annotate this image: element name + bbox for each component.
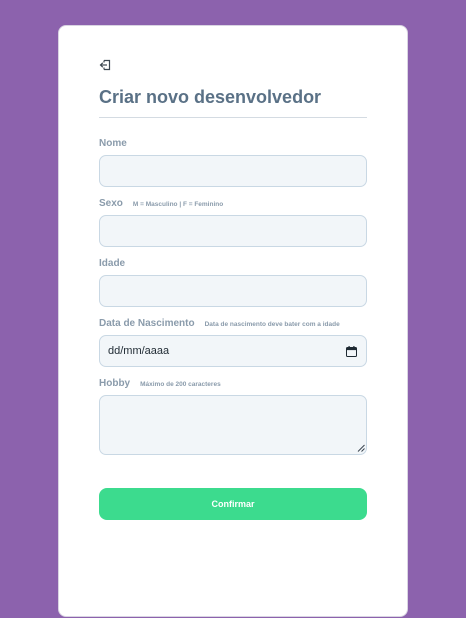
nascimento-label-row: Data de Nascimento Data de nascimento de… xyxy=(99,318,340,329)
sexo-label-row: Sexo M = Masculino | F = Feminino xyxy=(99,198,223,209)
hobby-label: Hobby xyxy=(99,378,131,389)
nascimento-hint: Data de nascimento deve bater com a idad… xyxy=(204,321,340,328)
calendar-icon[interactable] xyxy=(346,345,357,357)
title-divider xyxy=(99,117,367,118)
nome-label: Nome xyxy=(99,138,127,149)
nascimento-label: Data de Nascimento xyxy=(99,318,195,329)
confirm-button[interactable]: Confirmar xyxy=(99,488,367,520)
sexo-input[interactable] xyxy=(99,215,367,247)
form-card: Criar novo desenvolvedor Nome Sexo M = M… xyxy=(58,25,408,617)
page-title: Criar novo desenvolvedor xyxy=(99,87,322,107)
sign-out-icon xyxy=(99,59,111,71)
idade-input[interactable] xyxy=(99,275,367,307)
nome-label-row: Nome xyxy=(99,138,127,149)
hobby-textarea[interactable] xyxy=(99,395,367,455)
back-button[interactable] xyxy=(99,58,113,72)
sexo-hint: M = Masculino | F = Feminino xyxy=(132,201,224,208)
nascimento-date-input[interactable]: dd/mm/aaaa xyxy=(99,335,367,367)
idade-label: Idade xyxy=(99,258,126,269)
sexo-label: Sexo xyxy=(99,198,123,209)
date-placeholder: dd/mm/aaaa xyxy=(108,345,170,357)
resize-handle-icon[interactable] xyxy=(357,444,365,452)
nome-input[interactable] xyxy=(99,155,367,187)
hobby-label-row: Hobby Máximo de 200 caracteres xyxy=(99,378,221,389)
hobby-hint: Máximo de 200 caracteres xyxy=(140,381,221,388)
idade-label-row: Idade xyxy=(99,258,125,269)
